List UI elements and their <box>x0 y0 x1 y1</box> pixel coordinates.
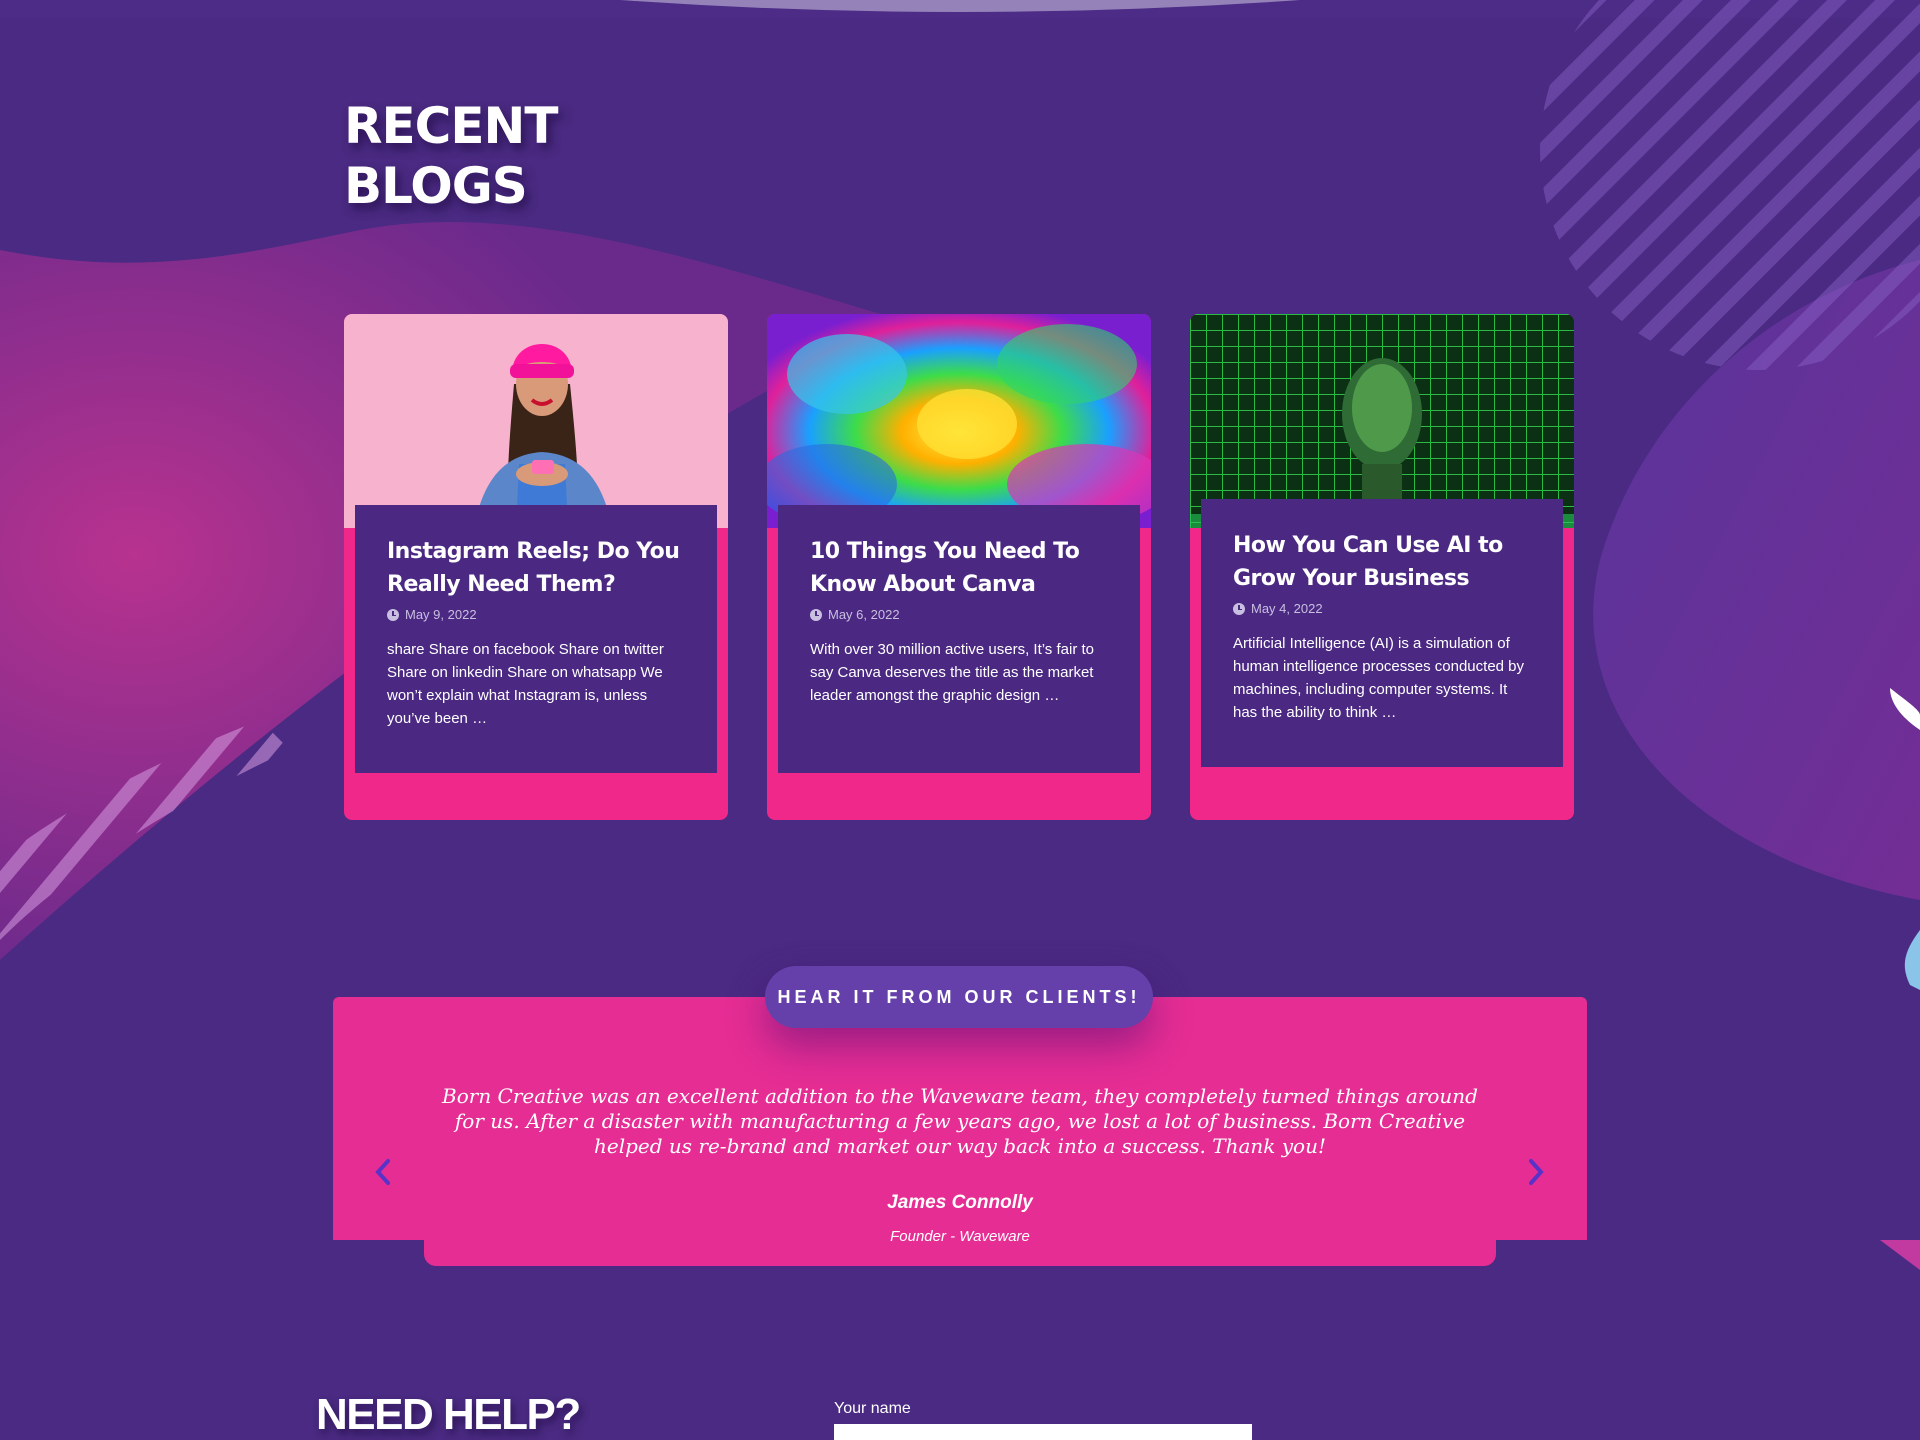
blog-date-text: May 4, 2022 <box>1251 601 1323 616</box>
blog-card-instagram-reels[interactable]: Instagram Reels; Do You Really Need Them… <box>344 314 728 820</box>
woman-phone-image <box>344 314 728 528</box>
testimonial-author: James Connolly <box>887 1192 1033 1213</box>
testimonial-quote: Born Creative was an excellent addition … <box>442 1084 1478 1158</box>
clock-icon <box>810 608 822 621</box>
blog-date: May 9, 2022 <box>387 607 685 622</box>
testimonials-heading: HEAR IT FROM OUR CLIENTS! <box>765 966 1153 1028</box>
blog-card-body: How You Can Use AI to Grow Your Business… <box>1201 499 1563 767</box>
ai-face-image <box>1190 314 1574 528</box>
testimonial-next-button[interactable] <box>1518 1154 1554 1190</box>
clock-icon <box>387 608 399 621</box>
blog-excerpt: Artificial Intelligence (AI) is a simula… <box>1233 635 1525 721</box>
section-title-line2: BLOGS <box>344 157 528 215</box>
blog-card-body: 10 Things You Need To Know About Canva M… <box>778 505 1140 773</box>
blog-date: May 6, 2022 <box>810 607 1108 622</box>
blog-date-text: May 9, 2022 <box>405 607 477 622</box>
blog-image-woman-phone[interactable] <box>344 314 728 528</box>
your-name-label: Your name <box>834 1400 911 1417</box>
blog-title[interactable]: How You Can Use AI to Grow Your Business <box>1233 529 1531 595</box>
section-title-line1: RECENT <box>344 97 558 155</box>
blog-excerpt: share Share on facebook Share on twitter… <box>387 641 664 727</box>
your-name-input[interactable] <box>834 1424 1252 1440</box>
blog-card-body: Instagram Reels; Do You Really Need Them… <box>355 505 717 773</box>
need-help-title: NEED HELP? <box>316 1390 581 1439</box>
blog-date-text: May 6, 2022 <box>828 607 900 622</box>
blog-title[interactable]: Instagram Reels; Do You Really Need Them… <box>387 535 685 601</box>
blog-title[interactable]: 10 Things You Need To Know About Canva <box>810 535 1108 601</box>
blog-card-canva[interactable]: 10 Things You Need To Know About Canva M… <box>767 314 1151 820</box>
chevron-left-icon <box>375 1159 390 1185</box>
blog-date: May 4, 2022 <box>1233 601 1531 616</box>
testimonial-prev-button[interactable] <box>365 1154 401 1190</box>
clock-icon <box>1233 602 1245 615</box>
chevron-right-icon <box>1529 1159 1544 1185</box>
blog-card-ai-business[interactable]: How You Can Use AI to Grow Your Business… <box>1190 314 1574 820</box>
testimonial-author-role: Founder - Waveware <box>890 1228 1030 1245</box>
blog-image-paint-explosion[interactable] <box>767 314 1151 528</box>
blog-excerpt: With over 30 million active users, It’s … <box>810 641 1094 704</box>
blog-image-ai-face[interactable] <box>1190 314 1574 528</box>
paint-explosion-image <box>767 314 1151 528</box>
section-title-recent-blogs: RECENT BLOGS <box>344 96 558 216</box>
